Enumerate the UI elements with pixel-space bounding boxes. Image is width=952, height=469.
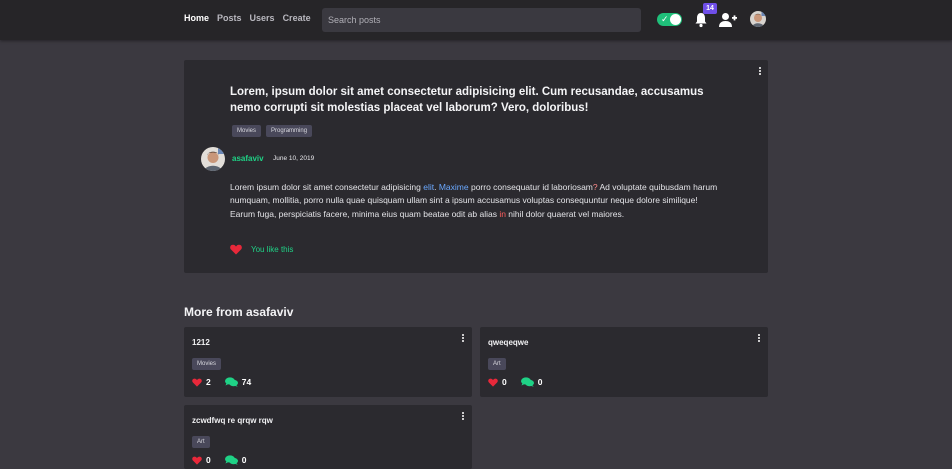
comments-icon[interactable] (224, 455, 238, 465)
tag-movies[interactable]: Movies (192, 358, 222, 370)
card-stats: 0 0 (192, 455, 246, 465)
nav-create-link[interactable]: Create (283, 13, 311, 23)
card-tags: Art (488, 358, 506, 370)
comment-count: 74 (241, 377, 252, 387)
comment-count: 0 (241, 455, 247, 465)
like-count: 0 (502, 377, 507, 387)
body-highlight: Maxime (438, 182, 469, 192)
comments-icon[interactable] (224, 377, 238, 387)
author-name-link[interactable]: asafaviv (232, 154, 264, 163)
like-count: 2 (206, 377, 211, 387)
card-stats: 0 0 (488, 377, 542, 387)
toggle-knob (670, 14, 681, 25)
heart-icon[interactable] (192, 456, 202, 465)
comment-count: 0 (537, 377, 543, 387)
tag-movies[interactable]: Movies (232, 125, 262, 137)
body-link[interactable]: elit (423, 182, 434, 192)
tag-art[interactable]: Art (488, 358, 506, 370)
nav-home-link[interactable]: Home (184, 13, 209, 23)
heart-icon[interactable] (192, 378, 202, 387)
like-row: You like this (230, 244, 293, 255)
tag-art[interactable]: Art (192, 436, 210, 448)
nav-posts-link[interactable]: Posts (217, 13, 242, 23)
more-vert-icon[interactable] (460, 411, 466, 423)
like-status-text: You like this (251, 245, 294, 254)
like-count: 0 (206, 455, 211, 465)
post-date: June 10, 2019 (273, 155, 315, 162)
bell-icon[interactable] (694, 12, 708, 28)
theme-toggle[interactable]: ✓ (657, 13, 682, 26)
card-title[interactable]: qweqeqwe (488, 338, 528, 347)
heart-icon[interactable] (230, 244, 242, 255)
nav-users-link[interactable]: Users (250, 13, 275, 23)
card-tags: Art (192, 436, 210, 448)
card-title[interactable]: 1212 (192, 338, 210, 347)
more-vert-icon[interactable] (756, 333, 762, 345)
comments-icon[interactable] (520, 377, 534, 387)
body-highlight: in (499, 208, 506, 219)
top-navbar: Home Posts Users Create ✓ 14 (0, 0, 952, 40)
body-text: nihil dolor quaerat vel maiores. (505, 208, 625, 219)
check-icon: ✓ (661, 14, 669, 24)
card-stats: 2 74 (192, 377, 251, 387)
main-nav: Home Posts Users Create (184, 13, 311, 23)
post-card: Lorem, ipsum dolor sit amet consectetur … (184, 60, 768, 273)
author-avatar[interactable] (201, 147, 225, 171)
body-text: porro consequatur id laboriosam (468, 182, 593, 192)
body-text: Lorem ipsum dolor sit amet consectetur a… (230, 182, 424, 192)
post-tags: Movies Programming (232, 125, 313, 137)
related-post-card[interactable]: qweqeqwe Art 0 0 (480, 327, 768, 397)
related-post-card[interactable]: 1212 Movies 2 74 (184, 327, 472, 397)
tag-programming[interactable]: Programming (266, 125, 313, 137)
post-title: Lorem, ipsum dolor sit amet consectetur … (230, 86, 704, 114)
add-user-icon[interactable] (719, 12, 737, 28)
more-from-heading: More from asafaviv (184, 305, 294, 319)
card-title[interactable]: zcwdfwq re qrqw rqw (192, 416, 273, 425)
more-vert-icon[interactable] (460, 333, 466, 345)
card-tags: Movies (192, 358, 222, 370)
user-avatar[interactable] (750, 11, 766, 27)
post-body: Lorem ipsum dolor sit amet consectetur a… (230, 181, 722, 221)
related-post-card[interactable]: zcwdfwq re qrqw rqw Art 0 0 (184, 405, 472, 469)
search-input[interactable] (322, 8, 641, 32)
more-vert-icon[interactable] (757, 66, 763, 78)
notification-badge: 14 (703, 3, 717, 14)
heart-icon[interactable] (488, 378, 498, 387)
